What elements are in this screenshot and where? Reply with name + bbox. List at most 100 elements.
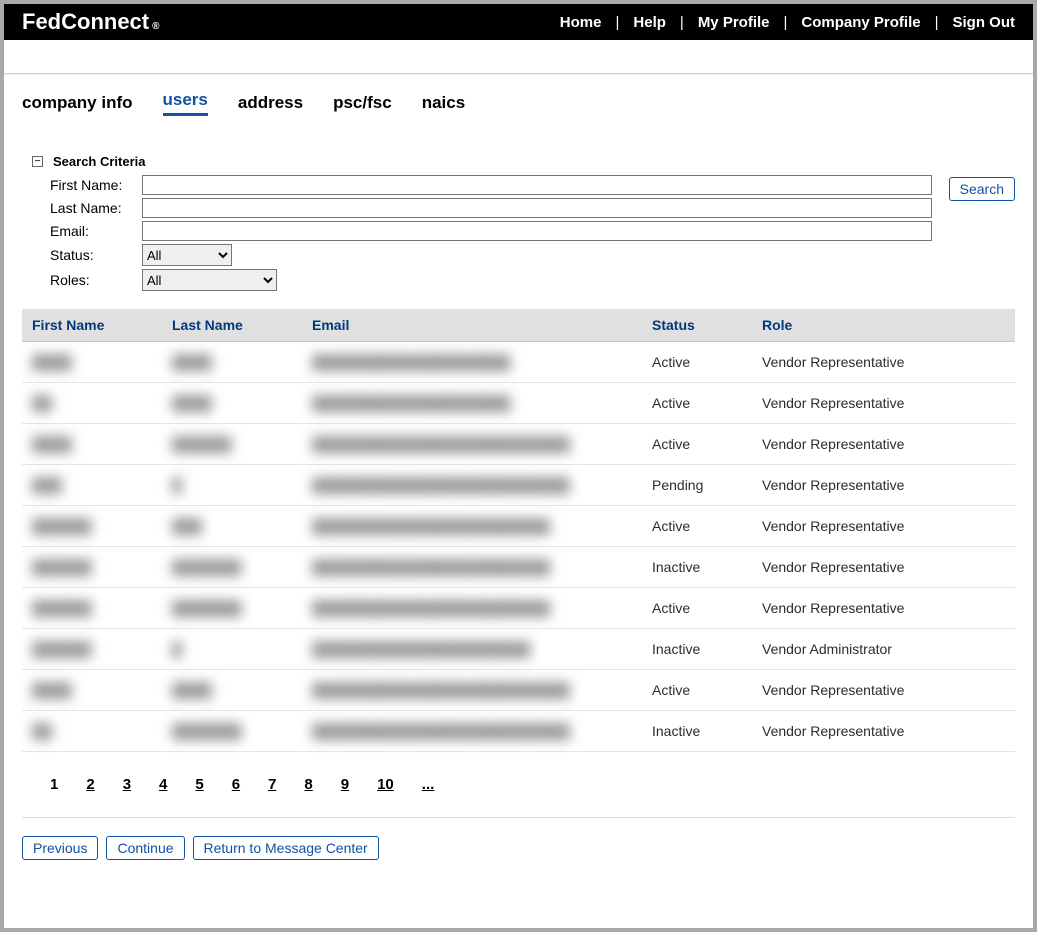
nav-my-profile[interactable]: My Profile: [698, 14, 770, 31]
table-row[interactable]: █████████████████████████████████ActiveV…: [22, 506, 1015, 547]
table-row[interactable]: █████████████████████████████InactiveVen…: [22, 629, 1015, 670]
page-7[interactable]: 7: [268, 776, 276, 793]
col-header-email[interactable]: Email: [302, 309, 642, 342]
cell-email: ████████████████████: [302, 383, 642, 424]
cell-role: Vendor Representative: [752, 588, 1015, 629]
status-label: Status:: [50, 247, 142, 263]
cell-first-name: ████: [22, 342, 162, 383]
cell-role: Vendor Representative: [752, 711, 1015, 752]
page-4[interactable]: 4: [159, 776, 167, 793]
cell-status: Inactive: [642, 547, 752, 588]
table-row[interactable]: ████████████████████████████ActiveVendor…: [22, 342, 1015, 383]
pager: 1 2 3 4 5 6 7 8 9 10...: [22, 752, 1015, 818]
cell-role: Vendor Representative: [752, 465, 1015, 506]
logo-text: FedConnect: [22, 9, 149, 35]
search-criteria-header: − Search Criteria: [32, 154, 1015, 169]
cell-status: Active: [642, 670, 752, 711]
cell-first-name: ██: [22, 711, 162, 752]
table-row[interactable]: █████████████████████████████████████Act…: [22, 588, 1015, 629]
top-bar: FedConnect ® Home | Help | My Profile | Compan…: [4, 4, 1033, 40]
users-table: First Name Last Name Email Status Role █…: [22, 309, 1015, 752]
cell-status: Active: [642, 506, 752, 547]
nav-help[interactable]: Help: [633, 14, 666, 31]
table-row[interactable]: ██████████████████████████████PendingVen…: [22, 465, 1015, 506]
cell-role: Vendor Representative: [752, 342, 1015, 383]
collapse-icon[interactable]: −: [32, 156, 43, 167]
tab-pscfsc[interactable]: psc/fsc: [333, 93, 392, 116]
tab-company-info[interactable]: company info: [22, 93, 133, 116]
cell-last-name: ███████: [162, 711, 302, 752]
tab-naics[interactable]: naics: [422, 93, 465, 116]
search-button[interactable]: Search: [949, 177, 1015, 201]
nav-company-profile[interactable]: Company Profile: [801, 14, 920, 31]
page-6[interactable]: 6: [232, 776, 240, 793]
col-header-status[interactable]: Status: [642, 309, 752, 342]
page-5[interactable]: 5: [195, 776, 203, 793]
cell-first-name: ██████: [22, 506, 162, 547]
logo: FedConnect ®: [22, 9, 160, 35]
nav-home[interactable]: Home: [560, 14, 602, 31]
page-more[interactable]: ...: [422, 776, 435, 793]
tab-address[interactable]: address: [238, 93, 303, 116]
tab-bar: company info users address psc/fsc naics: [4, 78, 1033, 122]
roles-select[interactable]: All: [142, 269, 277, 291]
page-8[interactable]: 8: [304, 776, 312, 793]
cell-last-name: ████: [162, 670, 302, 711]
table-row[interactable]: ███████████████████████████████████Inact…: [22, 711, 1015, 752]
continue-button[interactable]: Continue: [106, 836, 184, 860]
col-header-role[interactable]: Role: [752, 309, 1015, 342]
first-name-input[interactable]: [142, 175, 932, 195]
top-nav: Home|Help|My Profile|Company Profile|Sig…: [560, 14, 1015, 31]
cell-status: Active: [642, 588, 752, 629]
page-3[interactable]: 3: [123, 776, 131, 793]
page-1[interactable]: 1: [50, 776, 58, 793]
cell-role: Vendor Representative: [752, 670, 1015, 711]
cell-first-name: ██: [22, 383, 162, 424]
cell-last-name: █: [162, 465, 302, 506]
nav-separator: |: [680, 14, 684, 31]
email-label: Email:: [50, 223, 142, 239]
email-input[interactable]: [142, 221, 932, 241]
table-row[interactable]: ██████████████████████████ActiveVendor R…: [22, 383, 1015, 424]
cell-email: ██████████████████████████: [302, 465, 642, 506]
table-row[interactable]: ████████████████████████████████████Acti…: [22, 424, 1015, 465]
cell-last-name: ███: [162, 506, 302, 547]
cell-role: Vendor Representative: [752, 424, 1015, 465]
status-select[interactable]: All: [142, 244, 232, 266]
cell-email: ██████████████████████████: [302, 424, 642, 465]
cell-status: Active: [642, 342, 752, 383]
first-name-label: First Name:: [50, 177, 142, 193]
cell-status: Active: [642, 424, 752, 465]
table-row[interactable]: ██████████████████████████████████Active…: [22, 670, 1015, 711]
return-button[interactable]: Return to Message Center: [193, 836, 379, 860]
cell-first-name: ██████: [22, 588, 162, 629]
banner-strip: [4, 40, 1033, 74]
col-header-first-name[interactable]: First Name: [22, 309, 162, 342]
cell-status: Inactive: [642, 629, 752, 670]
table-row[interactable]: █████████████████████████████████████Ina…: [22, 547, 1015, 588]
last-name-input[interactable]: [142, 198, 932, 218]
cell-last-name: ████: [162, 342, 302, 383]
cell-email: ████████████████████████: [302, 547, 642, 588]
roles-label: Roles:: [50, 272, 142, 288]
cell-email: ████████████████████: [302, 342, 642, 383]
cell-role: Vendor Representative: [752, 383, 1015, 424]
nav-separator: |: [784, 14, 788, 31]
cell-email: ████████████████████████: [302, 588, 642, 629]
cell-last-name: ███████: [162, 547, 302, 588]
cell-role: Vendor Administrator: [752, 629, 1015, 670]
cell-first-name: ██████: [22, 629, 162, 670]
page-9[interactable]: 9: [341, 776, 349, 793]
cell-email: ████████████████████████: [302, 506, 642, 547]
logo-sub: ®: [152, 21, 159, 32]
previous-button[interactable]: Previous: [22, 836, 98, 860]
cell-first-name: ████: [22, 670, 162, 711]
page-2[interactable]: 2: [86, 776, 94, 793]
col-header-last-name[interactable]: Last Name: [162, 309, 302, 342]
nav-separator: |: [935, 14, 939, 31]
tab-users[interactable]: users: [163, 90, 208, 116]
cell-email: ██████████████████████████: [302, 711, 642, 752]
nav-sign-out[interactable]: Sign Out: [953, 14, 1016, 31]
page-10[interactable]: 10: [377, 776, 394, 793]
action-buttons: Previous Continue Return to Message Cent…: [22, 836, 1015, 860]
